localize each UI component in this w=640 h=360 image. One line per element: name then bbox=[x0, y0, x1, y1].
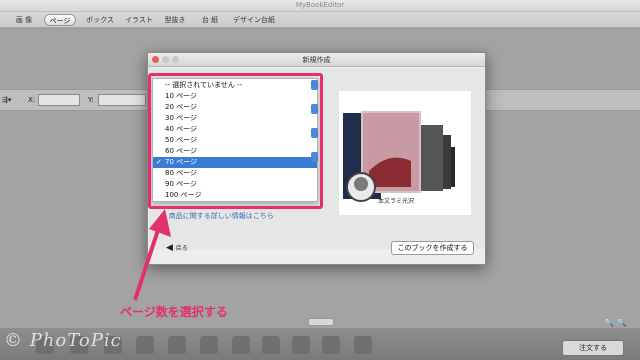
x-field[interactable] bbox=[38, 94, 80, 106]
tool-icon-8[interactable] bbox=[262, 336, 280, 354]
tool-icon-10[interactable] bbox=[322, 336, 340, 354]
dialog-title: 新規作成 bbox=[302, 56, 331, 64]
callout-text: ページ数を選択する bbox=[120, 305, 228, 319]
watermark: © PhoToPic bbox=[4, 330, 122, 351]
tool-icon-5[interactable] bbox=[168, 336, 186, 354]
align-icon[interactable]: ⇶▾ bbox=[2, 96, 11, 104]
app-title: MyBookEditor bbox=[295, 1, 345, 9]
tab-mount[interactable]: 台 紙 bbox=[198, 14, 222, 26]
back-label: 戻る bbox=[175, 245, 188, 252]
main-toolbar: 画 像 ページ ボックス イラスト 型抜き 台 紙 デザイン台紙 bbox=[0, 12, 640, 28]
highlight-box bbox=[148, 73, 323, 209]
tab-page[interactable]: ページ bbox=[44, 14, 76, 26]
y-label: Y: bbox=[88, 96, 94, 104]
tab-image[interactable]: 画 像 bbox=[12, 14, 36, 26]
tool-icon-6[interactable] bbox=[200, 336, 218, 354]
tab-illust[interactable]: イラスト bbox=[122, 14, 156, 26]
tab-box[interactable]: ボックス bbox=[84, 14, 116, 26]
tool-icon-9[interactable] bbox=[292, 336, 310, 354]
x-label: X: bbox=[28, 96, 36, 104]
dialog-titlebar: 新規作成 bbox=[148, 53, 485, 67]
tab-design-mount[interactable]: デザイン台紙 bbox=[232, 14, 276, 26]
product-info-link-text: 商品に関する詳しい情報はこちら bbox=[168, 212, 274, 220]
tool-icon-11[interactable] bbox=[354, 336, 372, 354]
y-field[interactable] bbox=[98, 94, 146, 106]
preview-caption: 本文ラミ光沢 bbox=[378, 198, 415, 205]
tab-die-cut[interactable]: 型抜き bbox=[162, 14, 188, 26]
tool-icon-7[interactable] bbox=[232, 336, 250, 354]
zoom-icon[interactable]: 🔍 🔍 bbox=[604, 318, 626, 327]
tool-icon-4[interactable] bbox=[136, 336, 154, 354]
product-info-link[interactable]: ▸ 商品に関する詳しい情報はこちら bbox=[163, 211, 274, 221]
create-book-button[interactable]: このブックを作成する bbox=[391, 241, 474, 255]
order-button[interactable]: 注文する bbox=[562, 340, 624, 356]
page-nav-buttons[interactable] bbox=[308, 318, 334, 326]
app-titlebar: MyBookEditor bbox=[0, 0, 640, 12]
callout-arrow-icon bbox=[133, 209, 171, 301]
